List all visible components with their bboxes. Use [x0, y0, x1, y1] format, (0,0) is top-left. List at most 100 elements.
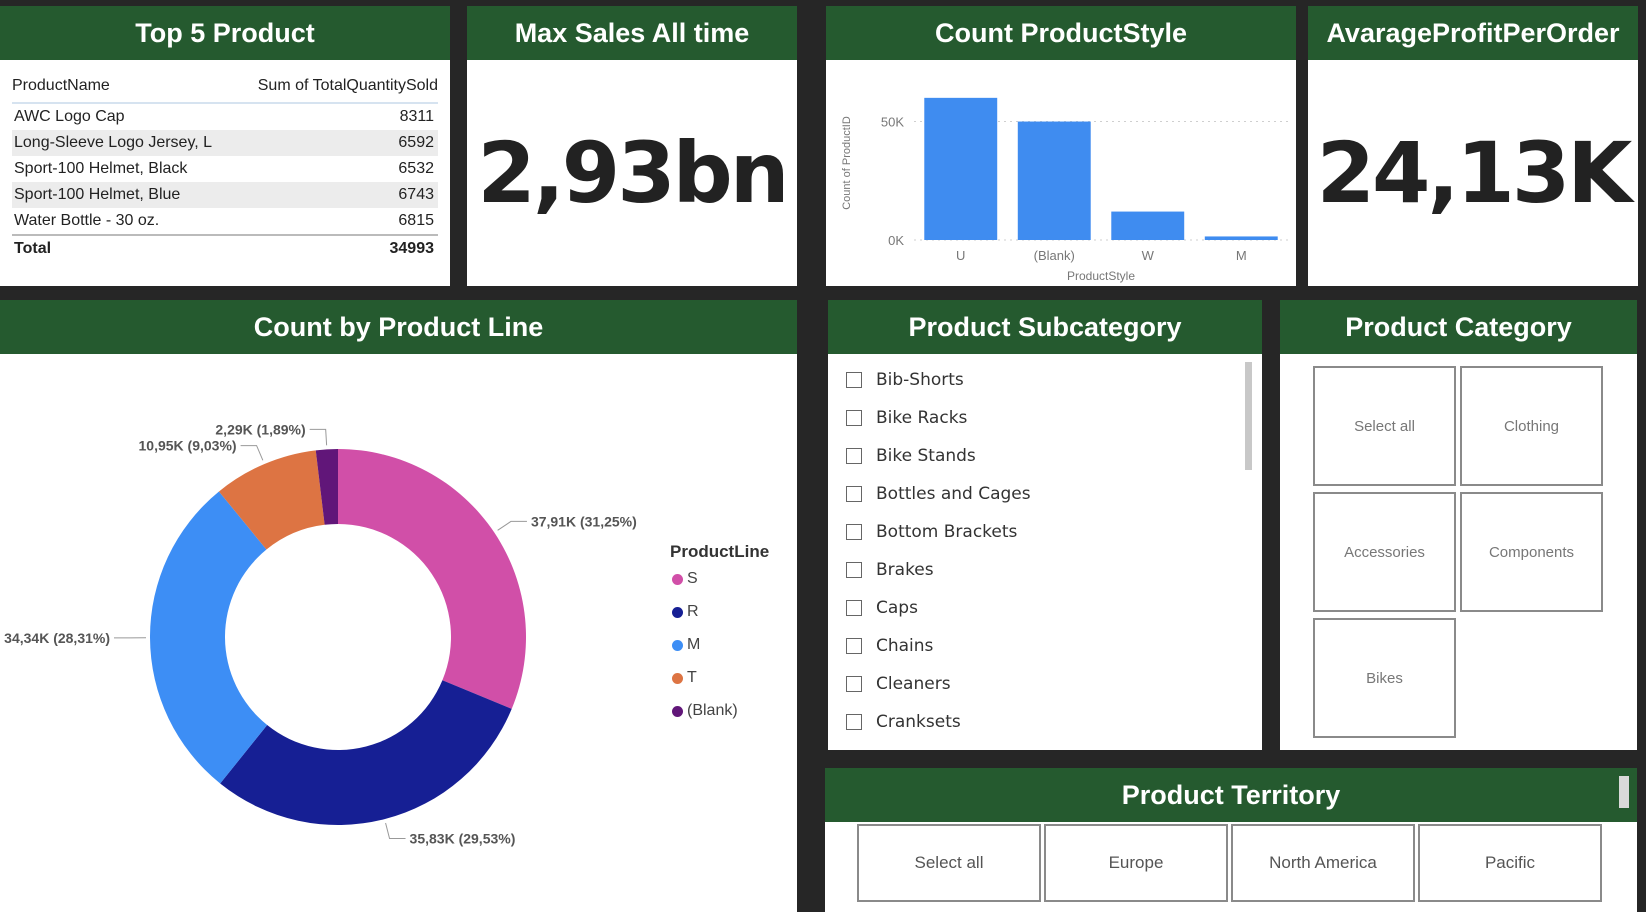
subcategory-item[interactable]: Cleaners	[846, 674, 951, 694]
checkbox[interactable]	[846, 486, 862, 502]
legend-item[interactable]: R	[672, 603, 699, 621]
subcategory-item[interactable]: Chains	[846, 636, 933, 656]
avg-profit-title: AvarageProfitPerOrder	[1308, 6, 1638, 60]
table-row[interactable]: Long-Sleeve Logo Jersey, L 6592	[12, 130, 438, 156]
product-line-chart-title: Count by Product Line	[0, 300, 797, 354]
territory-tile-europe[interactable]: Europe	[1044, 824, 1228, 902]
total-label: Total	[14, 240, 52, 257]
checkbox[interactable]	[846, 410, 862, 426]
checkbox[interactable]	[846, 372, 862, 388]
subcategory-item[interactable]: Bottom Brackets	[846, 522, 1017, 542]
leader-line	[497, 520, 527, 531]
top5-table: ProductName Sum of TotalQuantitySold AWC…	[12, 70, 438, 262]
y-tick-label: 50K	[881, 115, 904, 130]
legend-label: R	[687, 603, 699, 620]
subcategory-label: Bike Racks	[876, 408, 968, 428]
product-line-donut-chart[interactable]: 37,91K (31,25%) 35,83K (29,53%) 34,34K (28…	[0, 354, 797, 912]
category-tile-accessories[interactable]: Accessories	[1313, 492, 1456, 612]
col-quantity-sold[interactable]: Sum of TotalQuantitySold	[258, 77, 438, 95]
max-sales-value: 2,93bn	[477, 124, 789, 222]
checkbox[interactable]	[846, 638, 862, 654]
top5-title: Top 5 Product	[0, 6, 450, 60]
legend-dot	[672, 705, 683, 717]
category-tile-select-all[interactable]: Select all	[1313, 366, 1456, 486]
territory-scrollbar[interactable]	[1619, 776, 1629, 808]
subcategory-label: Cranksets	[876, 712, 961, 732]
subcategory-label: Bottom Brackets	[876, 522, 1018, 542]
product-subcategory-slicer: Product Subcategory Bib-Shorts Bike Racks…	[828, 300, 1262, 750]
category-tile-clothing[interactable]: Clothing	[1460, 366, 1603, 486]
data-label: 2,29K (1,89%)	[215, 421, 305, 437]
x-tick-label: (Blank)	[1034, 248, 1075, 263]
checkbox[interactable]	[846, 562, 862, 578]
product-name-cell: Long-Sleeve Logo Jersey, L	[14, 134, 213, 151]
territory-tile-north-america[interactable]: North America	[1231, 824, 1415, 902]
top5-product-panel: Top 5 Product ProductName Sum of TotalQu…	[0, 6, 450, 286]
bar[interactable]	[924, 97, 998, 240]
avg-profit-card: AvarageProfitPerOrder 24,13K	[1308, 6, 1638, 286]
donut-slice[interactable]	[220, 680, 512, 825]
subcategory-scrollbar[interactable]	[1245, 362, 1252, 470]
category-tile-components[interactable]: Components	[1460, 492, 1603, 612]
table-row[interactable]: AWC Logo Cap 8311	[12, 104, 438, 130]
category-tile-bikes[interactable]: Bikes	[1313, 618, 1456, 738]
bar[interactable]	[1111, 211, 1185, 240]
checkbox[interactable]	[846, 714, 862, 730]
table-row[interactable]: Sport-100 Helmet, Black 6532	[12, 156, 438, 182]
subcategory-item[interactable]: Cranksets	[846, 712, 961, 732]
x-tick-label: U	[956, 248, 965, 263]
subcategory-item[interactable]: Brakes	[846, 560, 934, 580]
legend-item[interactable]: S	[672, 570, 698, 588]
legend-label: T	[687, 669, 697, 686]
subcategory-label: Bottles and Cages	[876, 484, 1031, 504]
col-product-name[interactable]: ProductName	[12, 77, 110, 95]
quantity-cell: 6815	[398, 212, 434, 229]
quantity-cell: 6592	[398, 134, 434, 151]
legend-dot	[672, 573, 683, 585]
product-name-cell: Water Bottle - 30 oz.	[14, 212, 160, 229]
subcategory-label: Caps	[876, 598, 918, 618]
subcategory-item[interactable]: Bike Racks	[846, 408, 967, 428]
product-subcategory-title: Product Subcategory	[828, 300, 1262, 354]
subcategory-item[interactable]: Caps	[846, 598, 918, 618]
checkbox[interactable]	[846, 524, 862, 540]
y-tick-label: 0K	[888, 233, 904, 248]
product-category-slicer: Product Category Select all Clothing Acces…	[1280, 300, 1637, 750]
max-sales-title: Max Sales All time	[467, 6, 797, 60]
legend-item[interactable]: T	[672, 669, 697, 687]
legend-dot	[672, 639, 683, 651]
quantity-cell: 8311	[399, 108, 434, 125]
x-tick-label: W	[1142, 248, 1155, 263]
data-label: 10,95K (9,03%)	[139, 438, 237, 454]
legend-label: (Blank)	[687, 702, 738, 719]
legend-item[interactable]: M	[672, 636, 700, 654]
territory-tile-pacific[interactable]: Pacific	[1418, 824, 1602, 902]
subcategory-item[interactable]: Bottles and Cages	[846, 484, 1031, 504]
legend-item[interactable]: (Blank)	[672, 702, 738, 720]
product-line-chart-panel: Count by Product Line 37,91K (31,25%) 35,…	[0, 300, 797, 912]
table-row[interactable]: Water Bottle - 30 oz. 6815	[12, 208, 438, 234]
bar[interactable]	[1204, 236, 1278, 240]
table-row[interactable]: Sport-100 Helmet, Blue 6743	[12, 182, 438, 208]
donut-slice[interactable]	[338, 449, 526, 709]
leader-line	[240, 445, 264, 461]
total-value: 34993	[389, 240, 435, 257]
product-style-bar-chart[interactable]: 0K 50K U (Blank) W M ProductStyle Count of Prod…	[826, 60, 1296, 286]
subcategory-label: Chains	[876, 636, 934, 656]
legend-title: ProductLine	[670, 542, 770, 561]
donut-slice[interactable]	[150, 491, 268, 784]
legend-label: M	[687, 636, 701, 653]
product-territory-title: Product Territory	[825, 768, 1637, 822]
quantity-cell: 6743	[398, 186, 434, 203]
territory-tile-select-all[interactable]: Select all	[857, 824, 1041, 902]
checkbox[interactable]	[846, 676, 862, 692]
product-territory-slicer: Product Territory Select all Europe North …	[825, 768, 1637, 912]
subcategory-label: Bib-Shorts	[876, 370, 964, 390]
bar[interactable]	[1017, 121, 1091, 240]
product-name-cell: Sport-100 Helmet, Black	[14, 160, 188, 177]
leader-line	[385, 822, 406, 840]
checkbox[interactable]	[846, 600, 862, 616]
subcategory-item[interactable]: Bike Stands	[846, 446, 976, 466]
checkbox[interactable]	[846, 448, 862, 464]
subcategory-item[interactable]: Bib-Shorts	[846, 370, 964, 390]
